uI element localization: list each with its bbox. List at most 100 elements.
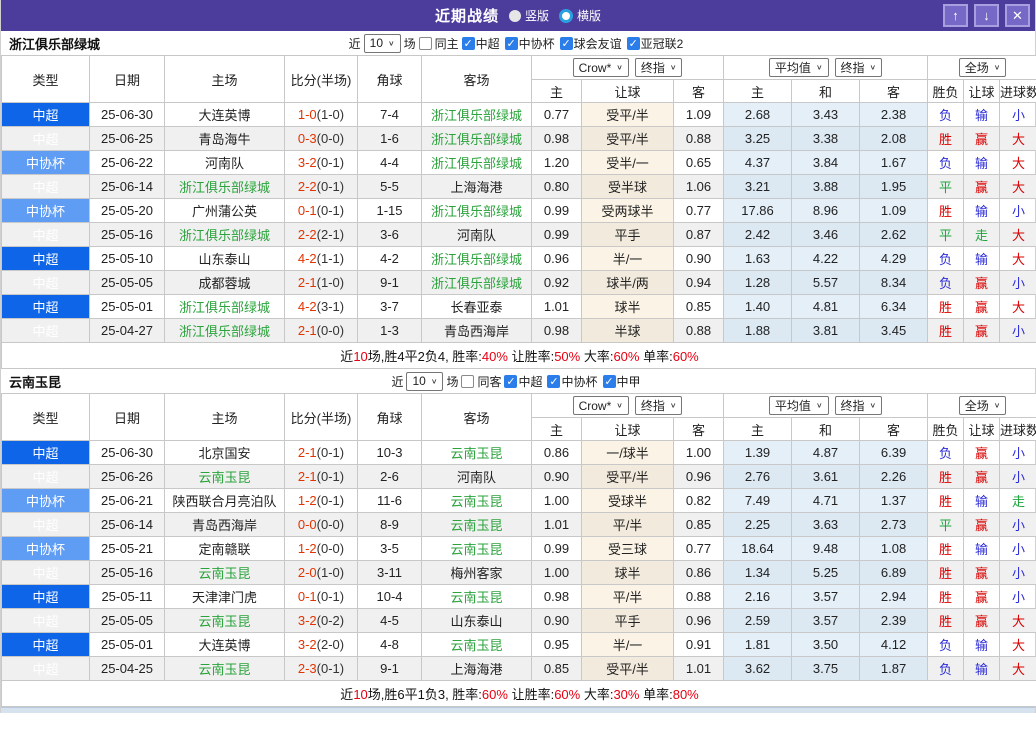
score: 0-1(0-1): [284, 584, 358, 609]
score: 2-1(1-0): [284, 270, 358, 295]
halftime-score: (3-1): [316, 299, 345, 314]
corners: 7-4: [357, 102, 422, 127]
crow-final-select[interactable]: 终指 ∨: [634, 58, 683, 77]
match-date: 25-06-14: [89, 174, 165, 199]
match-row: 中超 25-05-05 成都蓉城 2-1(1-0) 9-1 浙江俱乐部绿城 0.92 球半/两…: [1, 270, 1036, 295]
fulltime-score: 2-2: [297, 179, 317, 194]
crow-handicap: 平/半: [581, 512, 674, 537]
match-date: 25-05-16: [89, 560, 165, 585]
avg-away-odds: 4.29: [859, 246, 929, 271]
chevron-down-icon: ∨: [388, 38, 395, 47]
league-checkbox[interactable]: ✓: [626, 36, 640, 50]
result-goals: 小: [999, 318, 1036, 343]
crow-away-odds: 0.65: [672, 150, 725, 175]
layout-radio-horizontal[interactable]: 横版: [559, 7, 601, 24]
crow-handicap: 一/球半: [581, 440, 674, 465]
crow-handicap: 球半: [581, 560, 674, 585]
home-team: 浙江俱乐部绿城: [164, 294, 285, 319]
crow-home-odds: 0.98: [531, 126, 582, 151]
away-team: 长春亚泰: [421, 294, 532, 319]
match-league: 中超: [1, 174, 90, 199]
score: 2-2(0-1): [284, 174, 358, 199]
crow-away-odds: 0.86: [672, 560, 725, 585]
corners: 11-6: [357, 488, 422, 513]
league-checkbox[interactable]: ✓: [504, 36, 518, 50]
avg-group-header: 平均值 ∨ 终指 ∨: [723, 393, 929, 418]
halftime-score: (0-1): [316, 203, 345, 218]
bookmaker-select[interactable]: Crow* ∨: [572, 396, 629, 415]
corners: 3-5: [357, 536, 422, 561]
avg-select[interactable]: 平均值 ∨: [768, 396, 829, 415]
corners: 4-2: [357, 246, 422, 271]
crow-away-odds: 0.88: [672, 584, 725, 609]
crow-handicap: 球半/两: [581, 270, 674, 295]
match-row: 中超 25-06-26 云南玉昆 2-1(0-1) 2-6 河南队 0.90 受平/半 0.96…: [1, 464, 1036, 489]
score: 2-1(0-1): [284, 440, 358, 465]
chevron-down-icon: ∨: [993, 63, 1001, 72]
league-checkbox[interactable]: ✓: [547, 374, 561, 388]
crow-away-odds: 1.06: [672, 174, 725, 199]
halftime-score: (0-1): [316, 589, 345, 604]
avg-draw-odds: 4.22: [791, 246, 861, 271]
avg-draw-odds: 4.81: [791, 294, 861, 319]
league-checkbox[interactable]: ✓: [504, 374, 518, 388]
subcol-goals: 进球数: [999, 79, 1036, 103]
avg-select[interactable]: 平均值 ∨: [768, 58, 829, 77]
avg-draw-odds: 3.46: [791, 222, 861, 247]
avg-final-select[interactable]: 终指 ∨: [834, 396, 883, 415]
col-corner: 角球: [357, 393, 422, 441]
subcol-crow-home: 主: [531, 417, 582, 441]
home-team: 陕西联合月亮泊队: [164, 488, 285, 513]
away-team: 云南玉昆: [421, 632, 532, 657]
home-team: 大连英博: [164, 102, 285, 127]
fulltime-score: 2-0: [297, 565, 317, 580]
match-row: 中协杯 25-06-21 陕西联合月亮泊队 1-2(0-1) 11-6 云南玉昆 1.00 受…: [1, 488, 1036, 513]
fulltime-select[interactable]: 全场 ∨: [958, 58, 1007, 77]
move-down-button[interactable]: ↓: [974, 4, 999, 27]
same-venue-checkbox[interactable]: [461, 374, 475, 388]
subcol-avg-home: 主: [723, 417, 793, 441]
fulltime-score: 1-0: [297, 107, 317, 122]
match-count-select[interactable]: 10 ∨: [363, 33, 401, 53]
layout-radio-vertical[interactable]: 竖版: [508, 7, 549, 24]
score: 2-0(1-0): [284, 560, 358, 585]
league-checkbox[interactable]: ✓: [602, 374, 616, 388]
corners: 1-15: [357, 198, 422, 223]
close-button[interactable]: ✕: [1005, 4, 1030, 27]
avg-away-odds: 1.08: [859, 536, 929, 561]
avg-away-odds: 1.67: [859, 150, 929, 175]
score: 4-2(3-1): [284, 294, 358, 319]
corners: 4-4: [357, 150, 422, 175]
league-checkbox[interactable]: ✓: [461, 36, 475, 50]
result-goals: 大: [999, 608, 1036, 633]
up-arrow-icon: ↑: [952, 8, 959, 23]
titlebar: 近期战绩 竖版 横版 ↑ ↓ ✕: [1, 0, 1035, 31]
league-label: 中协杯: [518, 36, 555, 51]
home-team: 云南玉昆: [164, 560, 285, 585]
bookmaker-select[interactable]: Crow* ∨: [572, 58, 629, 77]
filters: 近 10 ∨ 场 同客 ✓ 中超 ✓ 中协杯 ✓ 中甲: [391, 371, 644, 391]
team-section-1: 浙江俱乐部绿城 近 10 ∨ 场 同主 ✓ 中超 ✓ 中协杯 ✓ 球会友谊 ✓ 亚冠联2: [0, 31, 1036, 369]
result-goals: 小: [999, 560, 1036, 585]
score: 4-2(1-1): [284, 246, 358, 271]
crow-handicap: 受两球半: [581, 198, 674, 223]
crow-away-odds: 0.82: [672, 488, 725, 513]
match-count-select[interactable]: 10 ∨: [406, 371, 444, 391]
corners: 9-1: [357, 270, 422, 295]
avg-away-odds: 1.87: [859, 656, 929, 681]
result-outcome: 胜: [927, 536, 965, 561]
crow-final-select[interactable]: 终指 ∨: [634, 396, 683, 415]
avg-draw-odds: 3.84: [791, 150, 861, 175]
avg-home-odds: 1.39: [723, 440, 793, 465]
fulltime-select[interactable]: 全场 ∨: [958, 396, 1007, 415]
league-checkbox[interactable]: ✓: [559, 36, 573, 50]
move-up-button[interactable]: ↑: [943, 4, 968, 27]
corners: 1-6: [357, 126, 422, 151]
avg-away-odds: 2.62: [859, 222, 929, 247]
same-venue-checkbox[interactable]: [418, 36, 432, 50]
match-league: 中超: [1, 464, 90, 489]
crow-group-header: Crow* ∨ 终指 ∨: [530, 55, 725, 80]
crow-handicap: 受平/半: [581, 464, 674, 489]
fulltime-group-header: 全场 ∨: [927, 393, 1036, 418]
avg-final-select[interactable]: 终指 ∨: [834, 58, 883, 77]
